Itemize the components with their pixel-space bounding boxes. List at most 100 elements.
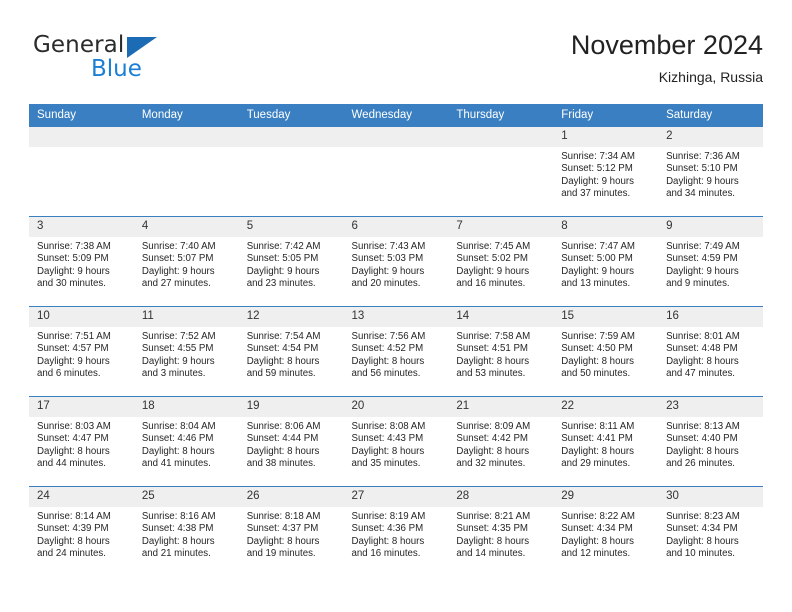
calendar-day-cell[interactable]: 18 Sunrise: 8:04 AM Sunset: 4:46 PM Dayligh… — [133, 396, 239, 487]
day-number: 10 — [29, 307, 134, 327]
daylight-text-line1: Daylight: 9 hours — [351, 265, 425, 277]
calendar-day-cell[interactable]: 30 Sunrise: 8:23 AM Sunset: 4:34 PM Dayligh… — [658, 486, 763, 576]
day-number: 26 — [238, 487, 344, 507]
day-number: 12 — [238, 307, 344, 327]
sunrise-text: Sunrise: 7:56 AM — [351, 331, 426, 342]
daylight-text-line2: and 16 minutes. — [456, 278, 526, 290]
calendar-day-cell[interactable]: 6 Sunrise: 7:43 AM Sunset: 5:03 PM Daylight… — [343, 216, 449, 307]
daylight-text-line2: and 26 minutes. — [666, 458, 735, 470]
daylight-text-line2: and 14 minutes. — [456, 548, 526, 560]
daylight-text-line2: and 30 minutes. — [37, 278, 106, 290]
daylight-text-line1: Daylight: 8 hours — [351, 355, 425, 367]
calendar-day-cell[interactable]: 12 Sunrise: 7:54 AM Sunset: 4:54 PM Dayligh… — [238, 306, 344, 397]
day-details: Sunrise: 7:43 AM Sunset: 5:03 PM Daylight:… — [344, 237, 449, 291]
day-details: Sunrise: 8:14 AM Sunset: 4:39 PM Daylight:… — [29, 507, 134, 561]
daylight-text-line2: and 13 minutes. — [561, 278, 631, 290]
sunset-text: Sunset: 4:37 PM — [246, 523, 319, 535]
day-details: Sunrise: 7:56 AM Sunset: 4:52 PM Daylight:… — [344, 327, 449, 381]
calendar-day-cell[interactable]: 17 Sunrise: 8:03 AM Sunset: 4:47 PM Dayligh… — [29, 396, 134, 487]
day-number: 4 — [133, 217, 239, 237]
calendar-day-cell[interactable]: 10 Sunrise: 7:51 AM Sunset: 4:57 PM Dayligh… — [29, 306, 134, 397]
calendar-day-cell[interactable]: 2 Sunrise: 7:36 AM Sunset: 5:10 PM Daylight… — [658, 127, 763, 217]
general-blue-logo[interactable]: General Blue — [29, 28, 269, 88]
sunset-text: Sunset: 4:55 PM — [141, 343, 214, 355]
location-subtitle: Kizhinga, Russia — [658, 69, 763, 85]
sunset-text: Sunset: 4:51 PM — [456, 343, 528, 355]
sunrise-text: Sunrise: 7:52 AM — [141, 331, 216, 342]
calendar-day-cell[interactable]: 4 Sunrise: 7:40 AM Sunset: 5:07 PM Daylight… — [133, 216, 239, 307]
calendar-table: Sunday Monday Tuesday Wednesday Thursday… — [29, 104, 763, 576]
page-header: General Blue November 2024 Kizhinga, Rus… — [29, 28, 763, 96]
calendar-day-cell[interactable]: 7 Sunrise: 7:45 AM Sunset: 5:02 PM Daylight… — [448, 216, 554, 307]
sunrise-text: Sunrise: 7:49 AM — [666, 241, 740, 252]
sunset-text: Sunset: 4:36 PM — [351, 523, 424, 535]
calendar-day-cell[interactable]: 13 Sunrise: 7:56 AM Sunset: 4:52 PM Dayligh… — [343, 306, 449, 397]
calendar-day-cell[interactable]: 15 Sunrise: 7:59 AM Sunset: 4:50 PM Dayligh… — [553, 306, 659, 397]
daylight-text-line1: Daylight: 9 hours — [37, 355, 110, 367]
calendar-day-cell[interactable]: 9 Sunrise: 7:49 AM Sunset: 4:59 PM Daylight… — [658, 216, 763, 307]
calendar-day-cell[interactable]: 29 Sunrise: 8:22 AM Sunset: 4:34 PM Dayligh… — [553, 486, 659, 576]
calendar-week-row: 1 Sunrise: 7:34 AM Sunset: 5:12 PM Daylight… — [29, 127, 763, 217]
sunrise-text: Sunrise: 8:11 AM — [561, 421, 635, 432]
day-details: Sunrise: 8:01 AM Sunset: 4:48 PM Daylight:… — [658, 327, 763, 381]
daylight-text-line1: Daylight: 9 hours — [561, 265, 634, 277]
calendar-day-cell[interactable]: 22 Sunrise: 8:11 AM Sunset: 4:41 PM Dayligh… — [553, 396, 659, 487]
daylight-text-line2: and 23 minutes. — [246, 278, 316, 290]
day-number: 20 — [343, 397, 449, 417]
day-details: Sunrise: 8:09 AM Sunset: 4:42 PM Daylight:… — [448, 417, 553, 471]
daylight-text-line1: Daylight: 9 hours — [561, 175, 634, 187]
sunrise-text: Sunrise: 8:01 AM — [666, 331, 740, 342]
calendar-page: General Blue November 2024 Kizhinga, Rus… — [0, 0, 792, 612]
day-details: Sunrise: 8:11 AM Sunset: 4:41 PM Daylight:… — [553, 417, 658, 471]
page-title: November 2024 — [570, 30, 763, 60]
calendar-header-row: Sunday Monday Tuesday Wednesday Thursday… — [29, 104, 763, 127]
sunrise-text: Sunrise: 7:43 AM — [351, 241, 426, 252]
calendar-day-cell[interactable]: 26 Sunrise: 8:18 AM Sunset: 4:37 PM Dayligh… — [238, 486, 344, 576]
daylight-text-line1: Daylight: 8 hours — [666, 535, 739, 547]
sunrise-text: Sunrise: 8:08 AM — [351, 421, 426, 432]
calendar-day-cell[interactable]: 16 Sunrise: 8:01 AM Sunset: 4:48 PM Dayligh… — [658, 306, 763, 397]
sunset-text: Sunset: 5:09 PM — [37, 253, 109, 265]
calendar-day-cell[interactable]: 14 Sunrise: 7:58 AM Sunset: 4:51 PM Dayligh… — [448, 306, 554, 397]
calendar-day-cell[interactable]: 25 Sunrise: 8:16 AM Sunset: 4:38 PM Dayligh… — [133, 486, 239, 576]
calendar-day-cell[interactable]: 23 Sunrise: 8:13 AM Sunset: 4:40 PM Dayligh… — [658, 396, 763, 487]
day-number: 14 — [448, 307, 554, 327]
calendar-day-cell[interactable]: 27 Sunrise: 8:19 AM Sunset: 4:36 PM Dayligh… — [343, 486, 449, 576]
calendar-day-cell[interactable]: 19 Sunrise: 8:06 AM Sunset: 4:44 PM Dayligh… — [238, 396, 344, 487]
calendar-day-cell[interactable]: 28 Sunrise: 8:21 AM Sunset: 4:35 PM Dayligh… — [448, 486, 554, 576]
daylight-text-line2: and 50 minutes. — [561, 368, 631, 380]
calendar-day-cell[interactable]: 8 Sunrise: 7:47 AM Sunset: 5:00 PM Daylight… — [553, 216, 659, 307]
day-number — [133, 127, 239, 147]
calendar-week-row: 17 Sunrise: 8:03 AM Sunset: 4:47 PM Dayligh… — [29, 396, 763, 487]
sunrise-text: Sunrise: 8:14 AM — [37, 511, 111, 522]
day-number: 8 — [553, 217, 659, 237]
weekday-header-wednesday: Wednesday — [343, 104, 449, 127]
calendar-day-cell[interactable]: 1 Sunrise: 7:34 AM Sunset: 5:12 PM Daylight… — [553, 127, 659, 217]
day-number: 17 — [29, 397, 134, 417]
sunset-text: Sunset: 4:43 PM — [351, 433, 424, 445]
day-number: 6 — [343, 217, 449, 237]
calendar-day-cell[interactable]: 20 Sunrise: 8:08 AM Sunset: 4:43 PM Dayligh… — [343, 396, 449, 487]
sunset-text: Sunset: 5:00 PM — [561, 253, 633, 265]
logo-triangle-icon — [127, 37, 157, 58]
daylight-text-line1: Daylight: 8 hours — [666, 355, 739, 367]
sunrise-text: Sunrise: 8:13 AM — [666, 421, 740, 432]
daylight-text-line1: Daylight: 8 hours — [561, 355, 634, 367]
sunset-text: Sunset: 5:12 PM — [561, 163, 633, 175]
sunrise-text: Sunrise: 7:42 AM — [246, 241, 321, 252]
daylight-text-line1: Daylight: 8 hours — [246, 535, 320, 547]
calendar-day-cell[interactable]: 24 Sunrise: 8:14 AM Sunset: 4:39 PM Dayligh… — [29, 486, 134, 576]
sunrise-text: Sunrise: 8:06 AM — [246, 421, 321, 432]
day-details: Sunrise: 7:47 AM Sunset: 5:00 PM Daylight:… — [553, 237, 658, 291]
sunset-text: Sunset: 4:59 PM — [666, 253, 738, 265]
calendar-day-cell[interactable]: 5 Sunrise: 7:42 AM Sunset: 5:05 PM Daylight… — [238, 216, 344, 307]
logo-text-blue: Blue — [91, 56, 142, 82]
calendar-cell-empty — [238, 127, 344, 217]
daylight-text-line2: and 34 minutes. — [666, 188, 735, 200]
daylight-text-line1: Daylight: 8 hours — [246, 445, 320, 457]
calendar-day-cell[interactable]: 3 Sunrise: 7:38 AM Sunset: 5:09 PM Daylight… — [29, 216, 134, 307]
calendar-day-cell[interactable]: 21 Sunrise: 8:09 AM Sunset: 4:42 PM Dayligh… — [448, 396, 554, 487]
calendar-day-cell[interactable]: 11 Sunrise: 7:52 AM Sunset: 4:55 PM Dayligh… — [133, 306, 239, 397]
day-number: 5 — [238, 217, 344, 237]
weekday-header-thursday: Thursday — [448, 104, 554, 127]
